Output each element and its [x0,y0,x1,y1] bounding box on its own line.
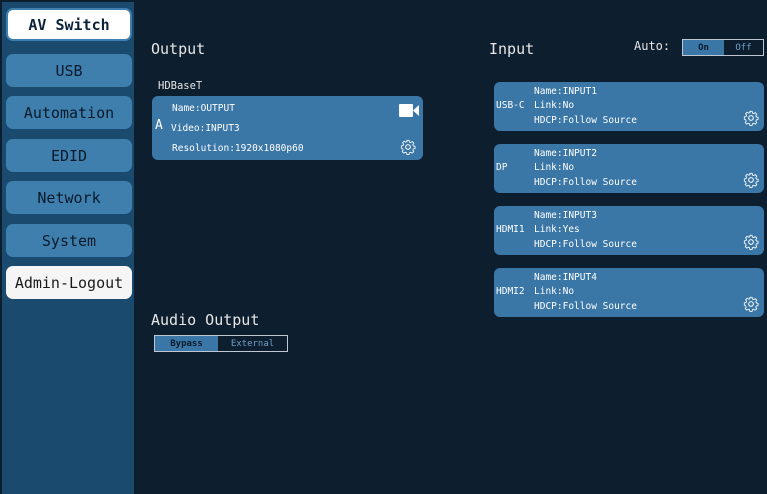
auto-toggle[interactable]: On Off [682,39,764,56]
input-2-name: Name:INPUT2 [534,148,597,159]
input-1-name: Name:INPUT1 [534,86,597,97]
nav-admin-logout[interactable]: Admin-Logout [6,266,132,299]
audio-output-title: Audio Output [151,311,260,329]
output-title: Output [151,40,206,58]
nav-system[interactable]: System [6,224,132,257]
auto-off-button[interactable]: Off [724,40,763,55]
input-card-3[interactable]: Name:INPUT3 HDMI1 Link:Yes HDCP:Follow S… [494,206,764,255]
output-prefix: A [155,118,163,133]
input-1-settings-gear-icon[interactable] [743,110,759,126]
input-4-port: HDMI2 [496,286,525,297]
input-1-port: USB-C [496,100,525,111]
input-card-4[interactable]: Name:INPUT4 HDMI2 Link:No HDCP:Follow So… [494,268,764,317]
video-camera-icon [399,104,419,117]
input-2-settings-gear-icon[interactable] [743,172,759,188]
nav-edid[interactable]: EDID [6,139,132,172]
input-title: Input [489,40,535,58]
output-card[interactable]: Name:OUTPUT A Video:INPUT3 Resolution:19… [152,96,423,160]
audio-bypass-button[interactable]: Bypass [155,336,218,351]
input-3-hdcp: HDCP:Follow Source [534,239,637,250]
output-resolution: Resolution:1920x1080p60 [172,143,304,154]
nav-av-switch[interactable]: AV Switch [6,8,132,41]
auto-label: Auto: [634,39,671,53]
output-video: Video:INPUT3 [171,123,240,134]
input-4-name: Name:INPUT4 [534,272,597,283]
input-4-link: Link:No [534,286,575,297]
input-3-name: Name:INPUT3 [534,210,597,221]
input-3-settings-gear-icon[interactable] [743,234,759,250]
nav-usb[interactable]: USB [6,54,132,87]
input-3-link: Link:Yes [534,224,580,235]
input-4-hdcp: HDCP:Follow Source [534,301,637,312]
input-2-port: DP [496,162,508,173]
output-settings-gear-icon[interactable] [400,139,416,155]
output-name: Name:OUTPUT [172,103,235,114]
input-card-1[interactable]: Name:INPUT1 USB-C Link:No HDCP:Follow So… [494,82,764,131]
input-4-settings-gear-icon[interactable] [743,296,759,312]
input-2-hdcp: HDCP:Follow Source [534,177,637,188]
input-1-link: Link:No [534,100,575,111]
main-panel: Output HDBaseT Name:OUTPUT A Video:INPUT… [134,2,767,494]
audio-external-button[interactable]: External [218,336,287,351]
audio-output-toggle[interactable]: Bypass External [154,335,288,352]
input-2-link: Link:No [534,162,575,173]
output-port-label: HDBaseT [158,80,203,92]
input-1-hdcp: HDCP:Follow Source [534,115,637,126]
nav-automation[interactable]: Automation [6,96,132,129]
input-3-port: HDMI1 [496,224,525,235]
auto-on-button[interactable]: On [683,40,724,55]
input-card-2[interactable]: Name:INPUT2 DP Link:No HDCP:Follow Sourc… [494,144,764,193]
app-frame: AV Switch USB Automation EDID Network Sy… [0,0,767,494]
sidebar: AV Switch USB Automation EDID Network Sy… [2,2,134,494]
nav-network[interactable]: Network [6,181,132,214]
